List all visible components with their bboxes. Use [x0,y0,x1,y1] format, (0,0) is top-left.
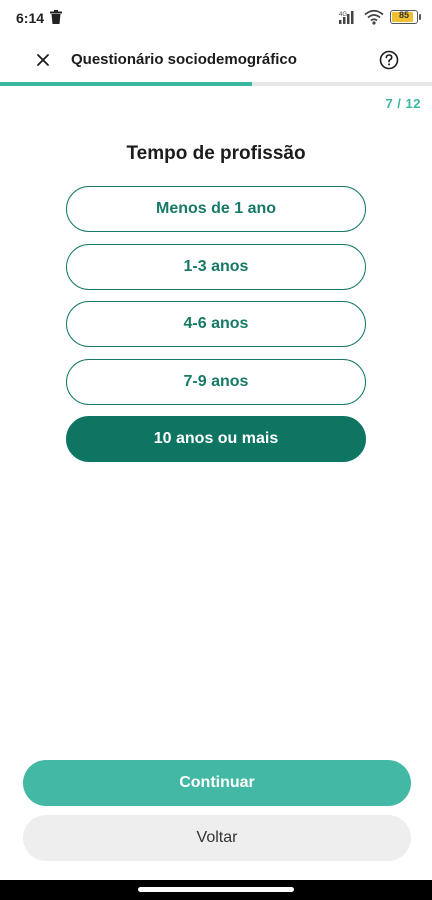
status-icons: 4G 85 [338,9,421,25]
battery-level: 85 [398,10,409,20]
option-button[interactable]: 10 anos ou mais [66,416,366,462]
option-button[interactable]: 4-6 anos [66,301,366,347]
answer-options: Menos de 1 ano 1-3 anos 4-6 anos 7-9 anos 10… [66,186,368,474]
close-icon[interactable] [33,50,53,70]
help-icon[interactable] [378,49,400,71]
system-nav-bar [0,880,432,900]
trash-icon [50,10,62,24]
back-button[interactable]: Voltar [23,815,411,861]
wifi-icon [364,9,384,25]
battery-icon: 85 [390,10,421,24]
svg-text:4G: 4G [339,12,347,18]
signal-icon: 4G [339,11,354,24]
progress-fill [0,82,252,86]
option-button[interactable]: Menos de 1 ano [66,186,366,232]
app-header: Questionário sociodemográfico [0,38,432,82]
step-counter: 7 / 12 [385,96,421,111]
question-title: Tempo de profissão [126,143,306,164]
page-title: Questionário sociodemográfico [71,51,297,68]
battery-cap [419,14,421,20]
home-indicator[interactable] [138,887,294,892]
continue-button[interactable]: Continuar [23,760,411,806]
status-bar: 6:14 4G 85 [0,0,432,38]
option-button[interactable]: 1-3 anos [66,243,366,290]
status-time: 6:14 [16,10,45,26]
progress-bar [0,82,432,86]
option-button[interactable]: 7-9 anos [66,358,366,405]
